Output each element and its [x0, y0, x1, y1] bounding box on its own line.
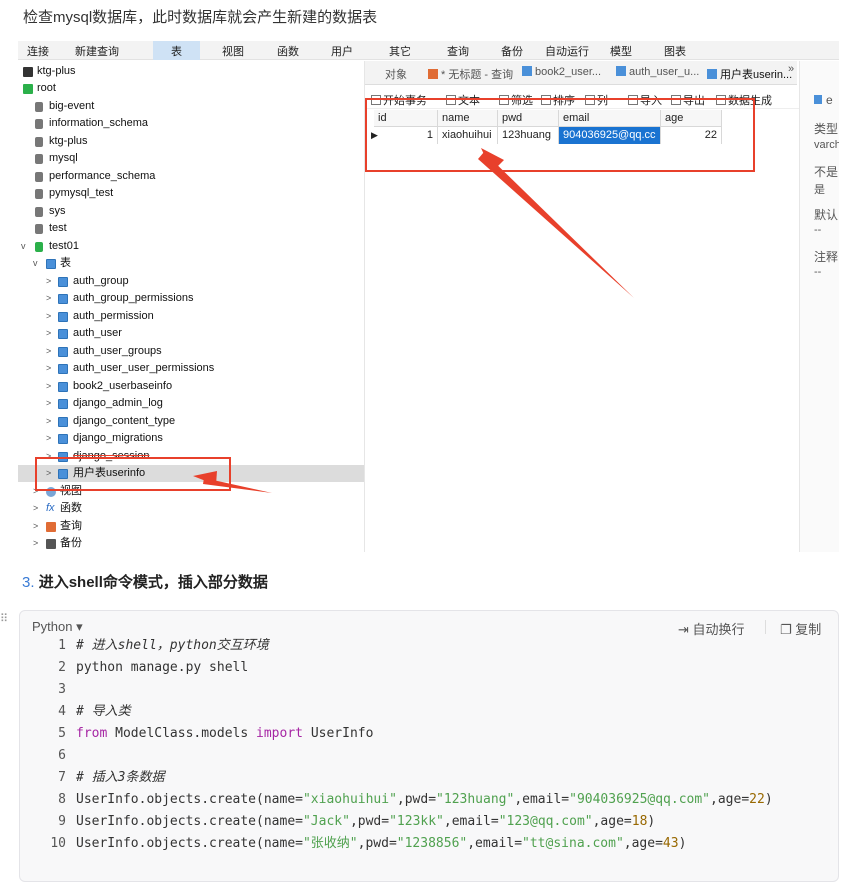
action-divider	[765, 620, 766, 634]
code-line: # 导入类	[76, 704, 131, 719]
code-line: # 插入3条数据	[76, 770, 165, 785]
navicat-screenshot: 连接 新建查询 表 视图 函数 用户 其它 查询 备份 自动运行 模型 图表 k…	[18, 41, 839, 552]
prop-value: 是	[814, 184, 825, 196]
wrap-label: 自动换行	[692, 622, 745, 637]
prop-label: 类型	[814, 122, 839, 136]
line-number: 7	[58, 770, 66, 785]
arrow-shaft-grid	[478, 152, 634, 298]
intro-text: 检查mysql数据库，此时数据库就会产生新建的数据表	[23, 9, 378, 26]
properties-panel: e 类型 varch 不是 是 默认 -- 注释 --	[799, 61, 839, 552]
language-selector[interactable]: Python ▾	[32, 619, 83, 635]
table-icon	[814, 95, 822, 104]
code-line: UserInfo.objects.create(name="Jack",pwd=…	[76, 814, 656, 829]
step-title: 进入shell命令模式，插入部分数据	[38, 574, 268, 591]
prop-label: 不是	[814, 165, 839, 179]
line-number: 6	[58, 748, 66, 763]
prop-label: 注释	[814, 250, 839, 264]
step-heading: 3. 进入shell命令模式，插入部分数据	[22, 571, 268, 592]
field-name-text: e	[826, 93, 833, 107]
copy-icon: ❐	[780, 622, 796, 637]
code-line: # 进入shell，python交互环境	[76, 638, 269, 653]
prop-label: 默认	[814, 208, 839, 222]
line-number: 2	[58, 660, 66, 675]
word-wrap-button[interactable]: ⇥ 自动换行	[678, 619, 745, 638]
line-number: 5	[58, 726, 66, 741]
code-line: UserInfo.objects.create(name="张收纳",pwd="…	[76, 836, 687, 851]
annotation-arrows	[193, 148, 634, 493]
prop-value: --	[814, 266, 822, 278]
copy-label: 复制	[795, 622, 822, 637]
line-number: 9	[58, 814, 66, 829]
line-number: 3	[58, 682, 66, 697]
field-name: e	[814, 93, 833, 107]
line-number: 1	[58, 638, 66, 653]
prop-value: varch	[814, 139, 839, 151]
line-number: 8	[58, 792, 66, 807]
wrap-icon: ⇥	[678, 622, 693, 637]
drag-handle-icon[interactable]: ⠿	[0, 614, 10, 634]
code-line: UserInfo.objects.create(name="xiaohuihui…	[76, 792, 773, 807]
code-line: python manage.py shell	[76, 660, 249, 675]
prop-value: --	[814, 224, 822, 236]
copy-button[interactable]: ❐ 复制	[780, 619, 821, 638]
code-block: Python ▾ ⇥ 自动换行 ❐ 复制 1 # 进入shell，python交…	[19, 610, 839, 882]
code-line: from ModelClass.models import UserInfo	[76, 726, 374, 741]
line-number: 10	[50, 836, 66, 851]
step-number: 3.	[22, 574, 35, 591]
line-number: 4	[58, 704, 66, 719]
